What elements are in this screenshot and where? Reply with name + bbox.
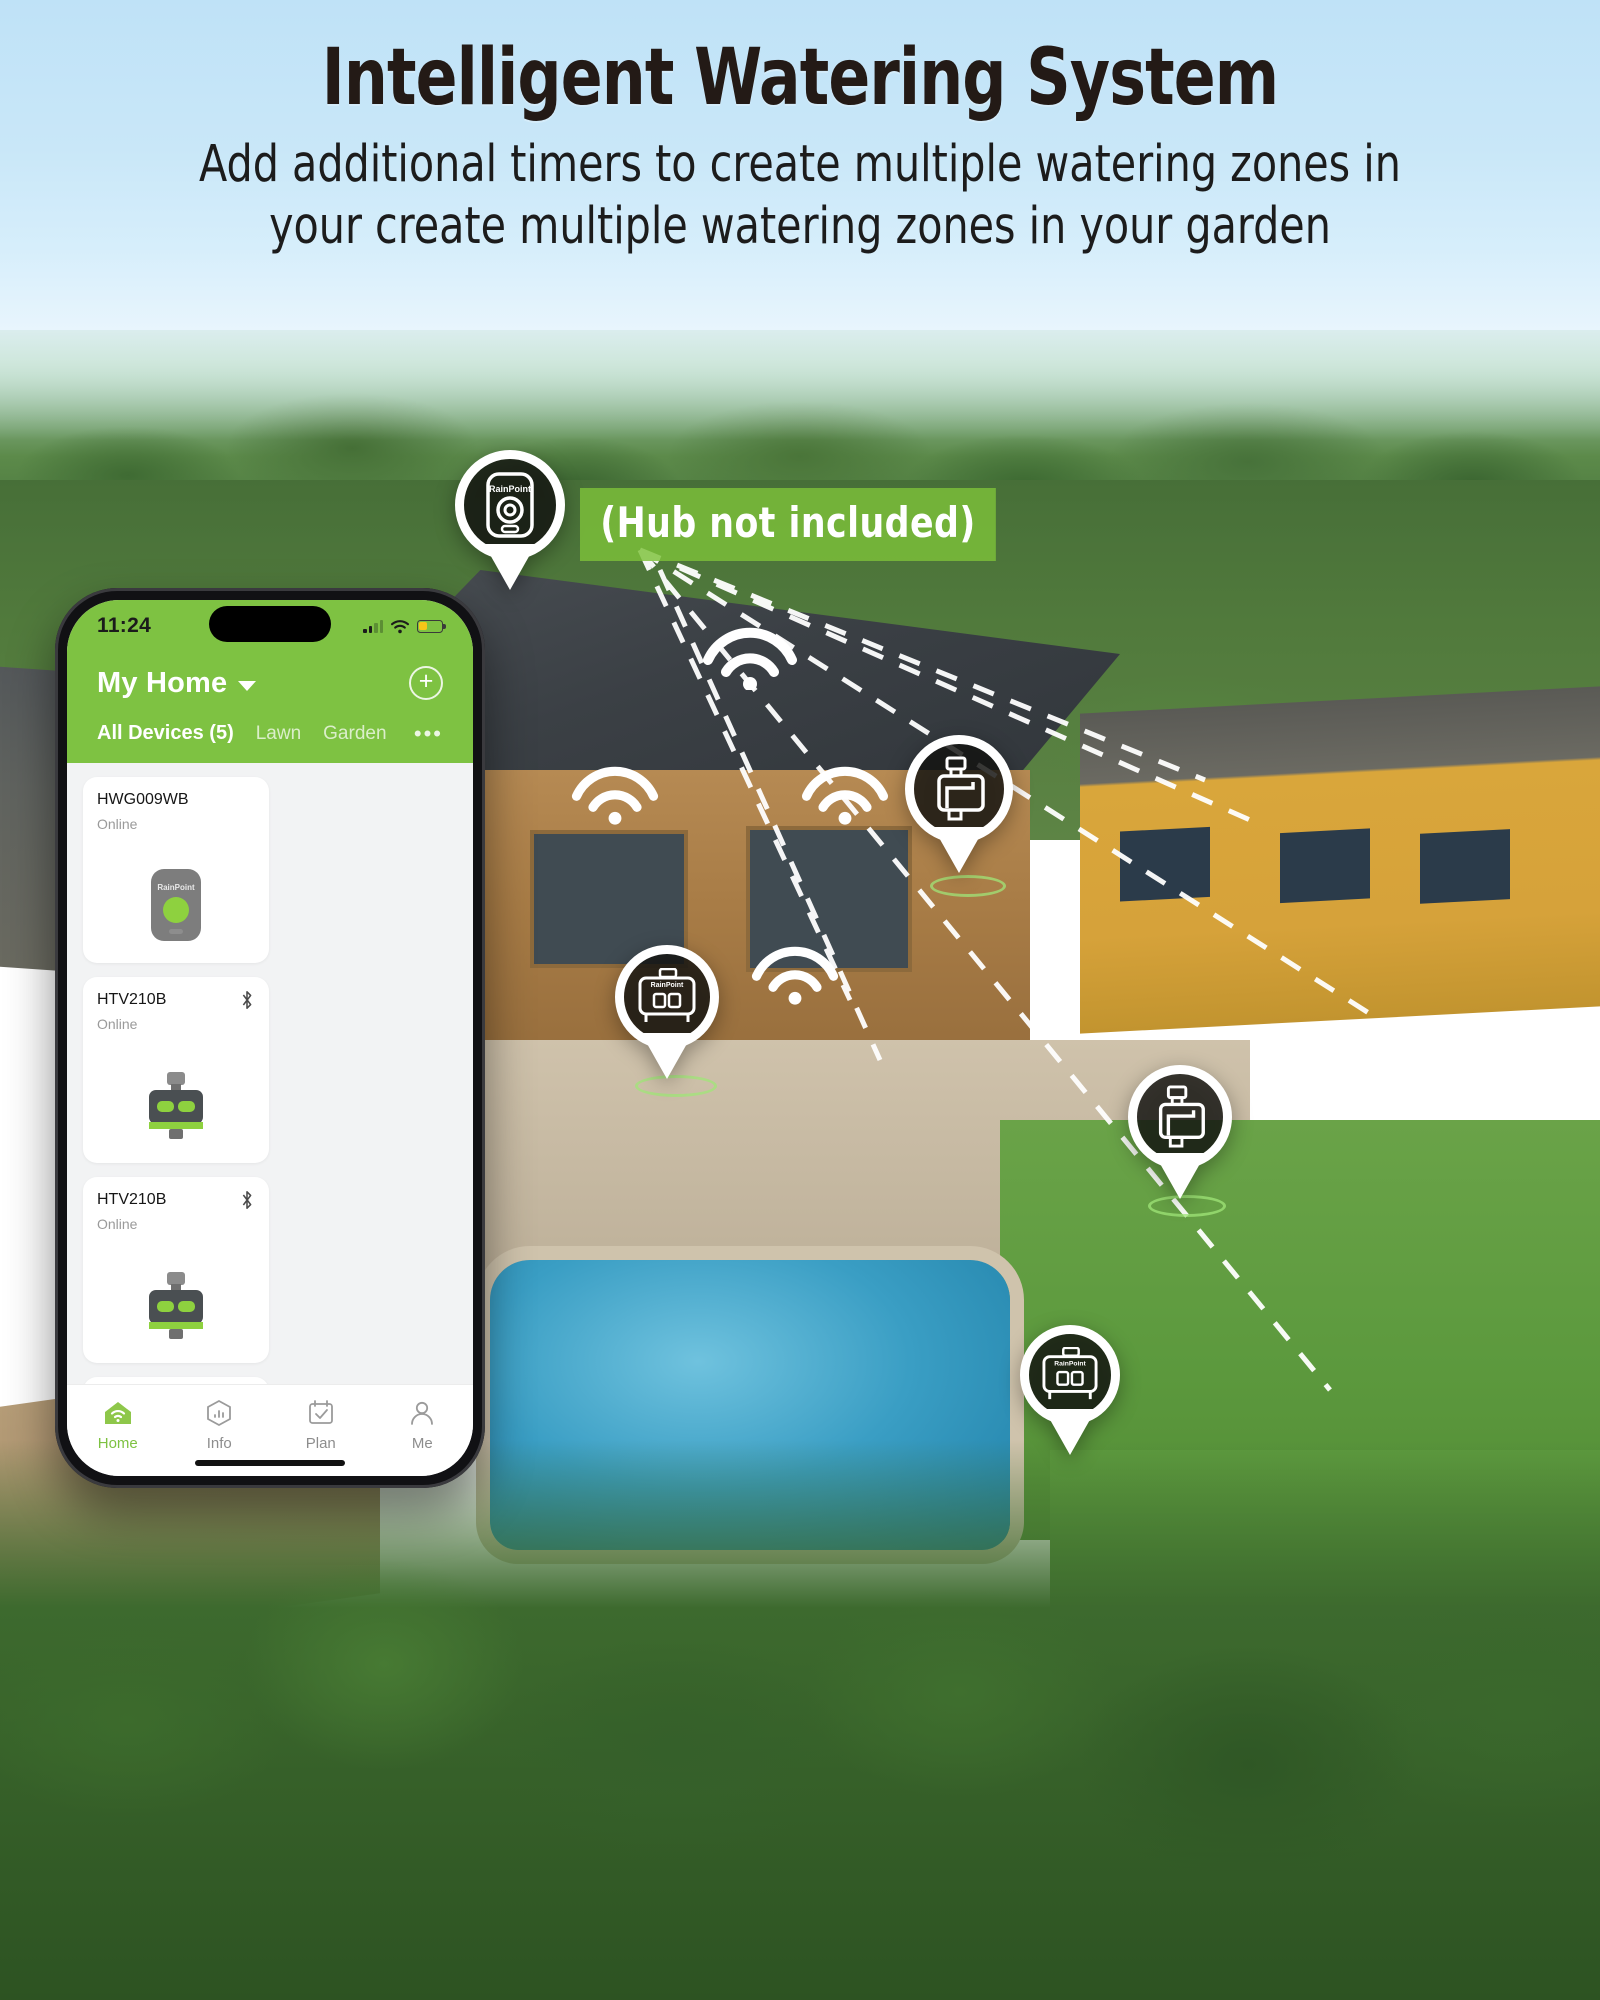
page-title: Intelligent Watering System (321, 33, 1279, 123)
room-tabs: All Devices (5) Lawn Garden ••• (67, 700, 473, 763)
dual-zone-timer-device (141, 1070, 211, 1149)
page-subtitle: Add additional timers to create multiple… (199, 134, 1401, 257)
phone-screen: 11:24 My Home + All Devices (5) Lawn Gar… (67, 600, 473, 1476)
tab-all-devices[interactable]: All Devices (5) (97, 722, 234, 745)
device-name: HTV210B (97, 991, 167, 1008)
home-wifi-icon (67, 1397, 169, 1429)
tab-me[interactable]: Me (372, 1397, 474, 1452)
home-name[interactable]: My Home (97, 667, 227, 700)
phone-frame: 11:24 My Home + All Devices (5) Lawn Gar… (55, 588, 485, 1488)
calendar-check-icon (270, 1397, 372, 1429)
device-card[interactable]: HWG009WB Online RainPoint (83, 777, 269, 963)
device-status: Online (97, 1016, 138, 1032)
tab-me-label: Me (411, 1435, 433, 1452)
svg-text:RainPoint: RainPoint (489, 484, 531, 494)
device-status: Online (97, 1216, 138, 1232)
faucet-timer-pin-right-bottom[interactable] (1128, 1065, 1232, 1169)
stats-hexagon-icon (169, 1397, 271, 1429)
home-selector-row: My Home + (67, 652, 473, 700)
battery-low-icon (417, 619, 446, 633)
device-card[interactable]: HTV107B Connected RainPoint (83, 1377, 269, 1384)
tab-home[interactable]: Home (67, 1397, 169, 1452)
dual-zone-timer-pin-center[interactable]: RainPoint (615, 945, 719, 1049)
status-bar: 11:24 (67, 600, 473, 652)
bluetooth-icon (242, 1191, 252, 1209)
dual-zone-timer-pin-bottom[interactable]: RainPoint (1020, 1325, 1120, 1425)
chevron-down-icon[interactable] (238, 681, 257, 691)
cellular-signal-icon (363, 619, 383, 633)
svg-text:RainPoint: RainPoint (157, 883, 195, 892)
status-time: 11:24 (97, 614, 152, 637)
add-device-button[interactable]: + (409, 666, 443, 700)
bluetooth-icon (242, 991, 252, 1009)
wifi-signal-icon (571, 766, 659, 825)
svg-text:RainPoint: RainPoint (1054, 1360, 1086, 1367)
svg-text:RainPoint: RainPoint (651, 982, 684, 989)
tab-info[interactable]: Info (169, 1397, 271, 1452)
rainpoint-hub-device: RainPoint (145, 866, 207, 949)
device-name: HTV210B (97, 1191, 167, 1208)
person-icon (372, 1397, 474, 1429)
home-indicator (195, 1460, 345, 1466)
hub-pin[interactable]: RainPoint (455, 450, 565, 560)
more-tabs-button[interactable]: ••• (414, 722, 443, 744)
device-card[interactable]: HTV210B Online (83, 977, 269, 1163)
wifi-signal-icon (801, 766, 889, 825)
water-timer-icon (1158, 1085, 1205, 1148)
status-icons (363, 619, 446, 634)
dual-zone-timer-device (141, 1270, 211, 1349)
dual-zone-timer-icon: RainPoint (638, 968, 696, 1022)
water-timer-icon (937, 756, 985, 821)
dual-zone-timer-icon: RainPoint (1042, 1347, 1098, 1400)
device-status: Online (97, 816, 138, 832)
device-card[interactable]: HTV210B Online (83, 1177, 269, 1363)
device-list: HWG009WB Online RainPoint HTV210B Online… (67, 763, 473, 1384)
wifi-icon (390, 619, 410, 633)
promo-header: Intelligent Watering System Add addition… (0, 0, 1600, 330)
dynamic-island (209, 606, 331, 642)
bottom-tab-bar: Home Info Plan Me (67, 1384, 473, 1476)
phone-mockup: 11:24 My Home + All Devices (5) Lawn Gar… (55, 588, 485, 1488)
tab-lawn[interactable]: Lawn (256, 723, 301, 745)
tab-plan[interactable]: Plan (270, 1397, 372, 1452)
rainpoint-hub-icon: RainPoint (486, 472, 534, 538)
app-header: 11:24 My Home + All Devices (5) Lawn Gar… (67, 600, 473, 763)
pin-ground-ring (930, 875, 1006, 897)
tab-plan-label: Plan (305, 1435, 336, 1452)
tab-home-label: Home (97, 1435, 138, 1452)
faucet-timer-pin-right-top[interactable] (905, 735, 1013, 843)
device-grid: HWG009WB Online RainPoint HTV210B Online… (83, 777, 457, 1384)
wifi-signal-icon (751, 946, 839, 1005)
wifi-signal-icon (703, 627, 797, 690)
tab-garden[interactable]: Garden (323, 723, 386, 745)
device-name: HWG009WB (97, 791, 189, 808)
tab-info-label: Info (206, 1435, 232, 1452)
hub-not-included-banner: (Hub not included) (580, 488, 996, 561)
